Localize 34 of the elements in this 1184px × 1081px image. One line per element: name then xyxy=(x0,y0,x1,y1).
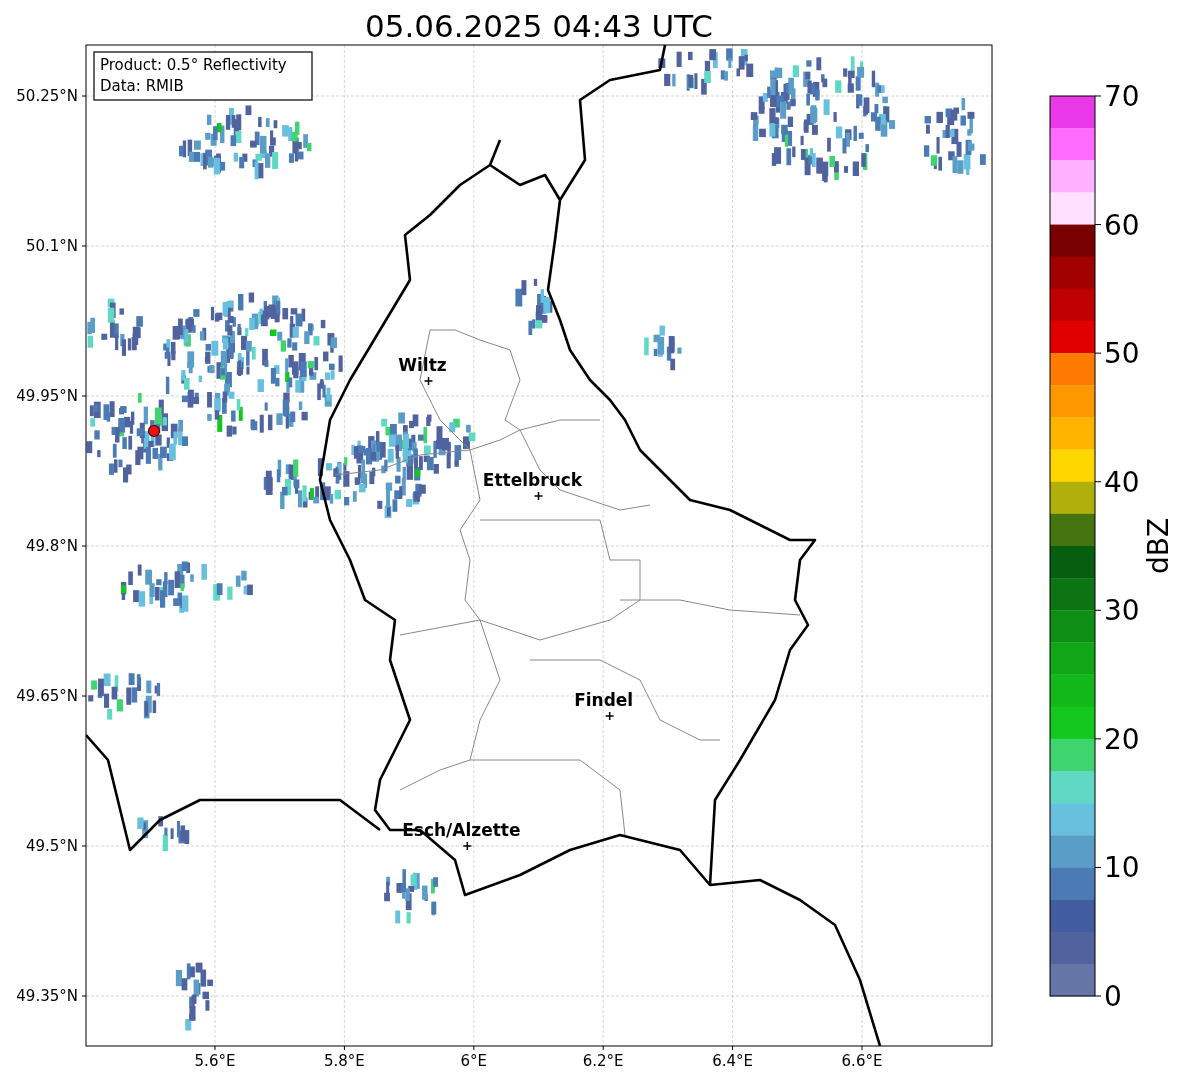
city-label: Wiltz xyxy=(398,355,447,375)
city-label: Ettelbruck xyxy=(482,470,583,490)
city-label: Findel xyxy=(574,690,634,710)
y-tick-label: 49.8°N xyxy=(25,537,78,555)
y-tick-label: 50.1°N xyxy=(25,237,78,255)
x-tick-label: 6.6°E xyxy=(841,1052,883,1070)
colorbar-tick-label: 10 xyxy=(1104,851,1140,885)
y-tick-label: 49.5°N xyxy=(25,837,78,855)
y-tick-label: 49.65°N xyxy=(16,687,78,705)
info-text: Product: 0.5° Reflectivity xyxy=(100,56,287,74)
colorbar-tick-label: 20 xyxy=(1104,722,1140,756)
city-marker-icon xyxy=(533,491,544,501)
x-tick-label: 6.2°E xyxy=(582,1052,624,1070)
y-tick-label: 50.25°N xyxy=(16,87,78,105)
colorbar-tick-label: 0 xyxy=(1104,980,1122,1013)
x-tick-label: 6.4°E xyxy=(712,1052,753,1070)
colorbar-tick-label: 70 xyxy=(1104,80,1140,113)
y-tick-label: 49.35°N xyxy=(16,987,78,1005)
city-label: Esch/Alzette xyxy=(402,820,521,840)
city-marker-icon xyxy=(604,711,615,721)
colorbar-tick-label: 30 xyxy=(1104,594,1140,628)
colorbar-tick-label: 50 xyxy=(1104,337,1140,371)
info-text: Data: RMIB xyxy=(100,77,184,95)
colorbar-tick-label: 40 xyxy=(1104,465,1140,499)
x-tick-label: 5.6°E xyxy=(194,1052,236,1070)
city-marker-icon xyxy=(462,841,473,851)
chart-title: 05.06.2025 04:43 UTC xyxy=(365,8,713,44)
colorbar-tick-label: 60 xyxy=(1104,208,1140,242)
colorbar-label: dBZ xyxy=(1142,517,1175,575)
y-tick-label: 49.95°N xyxy=(16,387,78,405)
city-marker-icon xyxy=(423,376,434,386)
x-tick-label: 6°E xyxy=(460,1052,488,1070)
radar-site-marker xyxy=(147,424,161,438)
x-tick-label: 5.8°E xyxy=(324,1052,365,1070)
